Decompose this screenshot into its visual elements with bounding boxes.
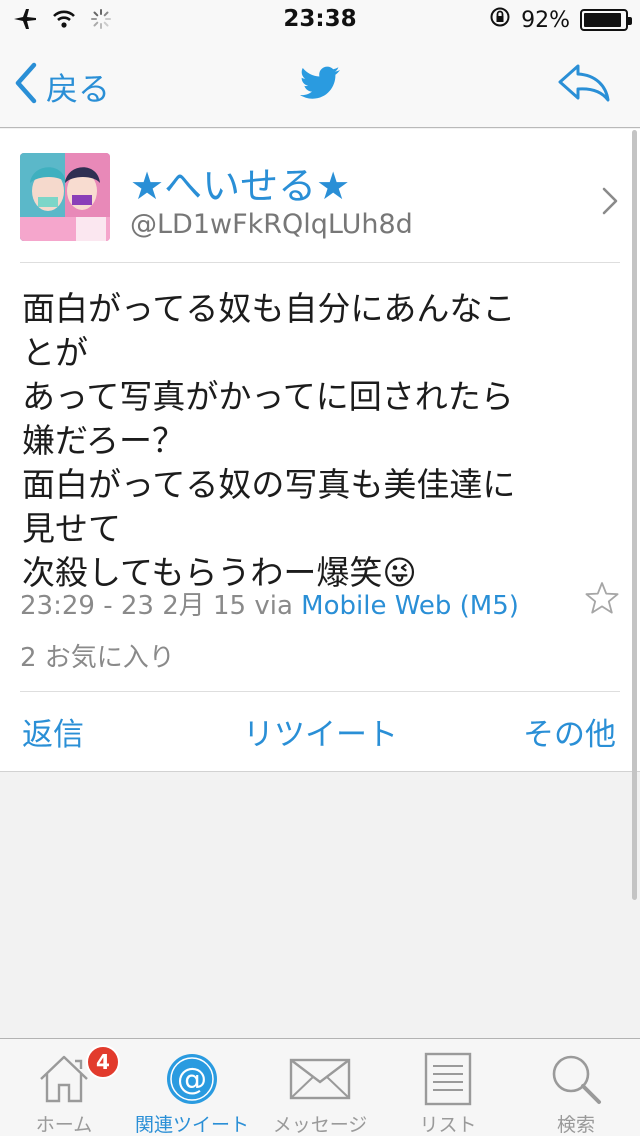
envelope-icon — [289, 1051, 351, 1106]
tab-search[interactable]: 検索 — [512, 1039, 640, 1136]
tab-label: 関連ツイート — [134, 1114, 249, 1136]
tweet-text: 面白がってる奴も自分にあんなこ とが あって写真がかってに回されたら 嫌だろー？… — [22, 289, 516, 592]
back-button[interactable]: 戻る — [14, 62, 110, 112]
status-right: 92% — [489, 6, 632, 34]
tweet-timestamp: 23:29 - 23 2月 15 via — [20, 591, 302, 621]
user-handle: @LD1wFkRQlqLUh8d — [130, 209, 413, 240]
battery-icon — [580, 9, 632, 31]
tab-bar: ホーム 4 @ 関連ツイート メッセージ リスト 検索 — [0, 1038, 640, 1136]
battery-level-fill — [584, 13, 621, 27]
battery-percent: 92% — [521, 7, 570, 33]
divider — [20, 691, 620, 692]
scrollbar[interactable] — [632, 130, 637, 900]
chevron-right-icon — [602, 187, 618, 219]
svg-text:@: @ — [177, 1062, 207, 1097]
avatar[interactable] — [20, 153, 110, 241]
rotation-lock-icon — [489, 6, 511, 34]
at-mention-icon: @ — [165, 1051, 219, 1106]
tab-label: メッセージ — [272, 1114, 368, 1136]
display-name: ★へいせる★ — [130, 164, 351, 208]
reply-arrow-button[interactable] — [556, 62, 612, 108]
search-icon — [549, 1051, 603, 1106]
reply-button[interactable]: 返信 — [22, 709, 84, 754]
retweet-button[interactable]: リツイート — [243, 709, 398, 754]
chevron-left-icon — [14, 62, 38, 112]
tab-lists[interactable]: リスト — [384, 1039, 512, 1136]
tab-label: 検索 — [556, 1114, 595, 1136]
tab-label: ホーム — [35, 1114, 93, 1136]
navigation-bar: 戻る — [0, 40, 640, 128]
tab-home[interactable]: ホーム 4 — [0, 1039, 128, 1136]
star-icon — [584, 582, 620, 619]
tab-messages[interactable]: メッセージ — [256, 1039, 384, 1136]
twitter-bird-icon — [300, 66, 340, 104]
list-icon — [424, 1051, 472, 1106]
tweet-source-link[interactable]: Mobile Web (M5) — [301, 591, 519, 621]
favorite-star-button[interactable] — [584, 581, 620, 619]
favorites-count[interactable]: 2 お気に入り — [20, 637, 175, 674]
reply-arrow-icon — [556, 64, 612, 108]
tab-label: リスト — [419, 1114, 477, 1136]
tweet-meta: 23:29 - 23 2月 15 via Mobile Web (M5) — [20, 585, 519, 622]
tab-related-tweets[interactable]: @ 関連ツイート — [128, 1039, 256, 1136]
user-profile-row[interactable]: ★へいせる★ @LD1wFkRQlqLUh8d — [20, 151, 620, 263]
status-bar: 23:38 92% — [0, 0, 640, 40]
more-button[interactable]: その他 — [523, 709, 616, 754]
tweet-detail: ★へいせる★ @LD1wFkRQlqLUh8d 面白がってる奴も自分にあんなこ … — [0, 129, 640, 772]
home-icon — [37, 1051, 91, 1106]
back-label: 戻る — [46, 70, 111, 108]
notification-badge: 4 — [86, 1045, 120, 1079]
